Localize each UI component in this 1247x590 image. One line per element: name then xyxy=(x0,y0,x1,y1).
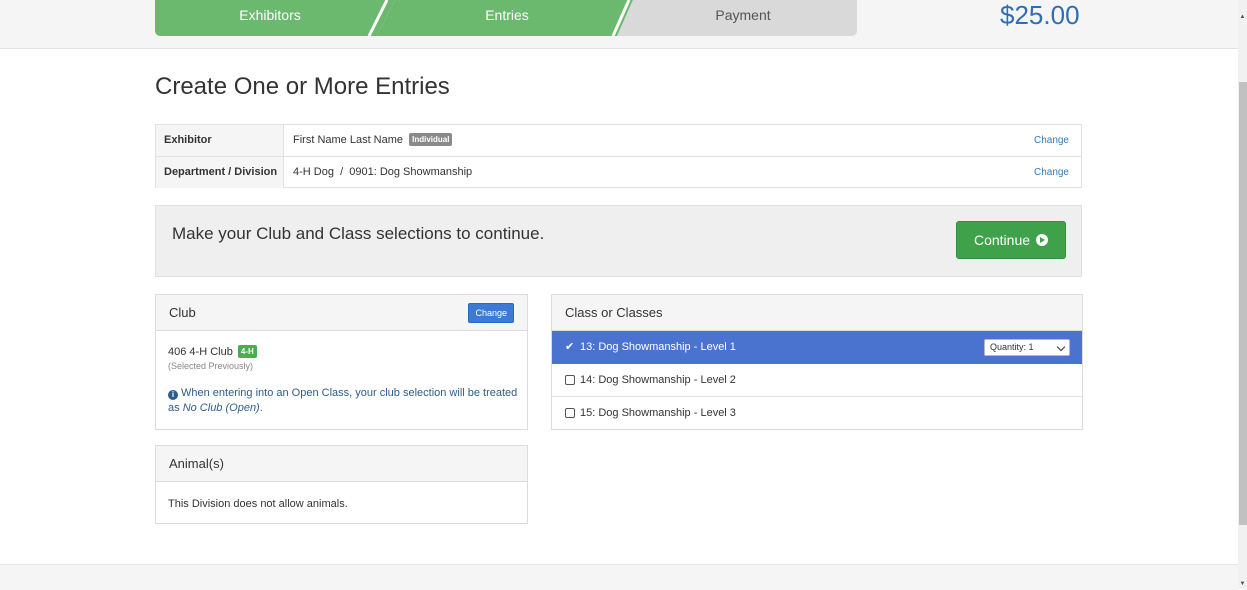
scrollbar-thumb[interactable] xyxy=(1239,82,1247,525)
checked-checkbox-icon[interactable]: ✔ xyxy=(565,342,575,353)
continue-button[interactable]: Continue xyxy=(956,221,1066,259)
selection-prompt-panel: Make your Club and Class selections to c… xyxy=(155,205,1082,277)
change-exhibitor-link[interactable]: Change xyxy=(1034,125,1069,156)
info-icon: i xyxy=(168,390,178,400)
selection-prompt-text: Make your Club and Class selections to c… xyxy=(172,224,545,243)
change-club-button[interactable]: Change xyxy=(468,303,514,323)
division-label: Department / Division xyxy=(156,157,284,188)
step-exhibitors[interactable]: Exhibitors xyxy=(155,0,385,36)
header-bar: Exhibitors Entries Payment $25.00 xyxy=(0,0,1238,49)
entry-summary-table: Exhibitor First Name Last Name Individua… xyxy=(155,124,1082,188)
class-row-14[interactable]: 14: Dog Showmanship - Level 2 xyxy=(552,364,1082,397)
continue-button-label: Continue xyxy=(973,232,1031,248)
division-value: 4-H Dog / 0901: Dog Showmanship xyxy=(293,166,473,178)
change-division-link[interactable]: Change xyxy=(1034,157,1069,188)
animals-message: This Division does not allow animals. xyxy=(168,498,348,510)
progress-steps: Exhibitors Entries Payment xyxy=(155,0,857,36)
club-panel-header: Club Change xyxy=(156,295,527,331)
step-payment-label: Payment xyxy=(715,7,771,23)
exhibitor-name: First Name Last Name xyxy=(293,134,404,146)
club-panel-title: Club xyxy=(169,305,196,320)
chevron-down-icon xyxy=(1056,342,1066,352)
class-label: 13: Dog Showmanship - Level 1 xyxy=(580,341,736,353)
exhibitor-value: First Name Last Name Individual xyxy=(293,125,453,156)
animals-panel-header: Animal(s) xyxy=(156,446,527,482)
scroll-down-icon[interactable]: ▼ xyxy=(1238,579,1247,589)
order-total: $25.00 xyxy=(1000,0,1080,30)
open-class-info: i When entering into an Open Class, your … xyxy=(168,386,518,416)
checkbox[interactable] xyxy=(565,408,575,418)
vertical-scrollbar[interactable]: ▲ ▼ xyxy=(1238,0,1247,589)
step-entries-label: Entries xyxy=(485,7,529,23)
classes-panel: Class or Classes ✔ 13: Dog Showmanship -… xyxy=(551,294,1083,430)
step-entries[interactable]: Entries xyxy=(387,0,627,36)
animals-panel: Animal(s) This Division does not allow a… xyxy=(155,445,528,524)
class-row-15[interactable]: 15: Dog Showmanship - Level 3 xyxy=(552,397,1082,430)
exhibitor-type-badge: Individual xyxy=(409,133,453,146)
quantity-select-value: Quantity: 1 xyxy=(990,342,1034,352)
club-name: 406 4-H Club 4-H xyxy=(168,345,257,358)
class-row-13[interactable]: ✔ 13: Dog Showmanship - Level 1 Quantity… xyxy=(552,331,1082,364)
class-label: 15: Dog Showmanship - Level 3 xyxy=(580,407,736,419)
class-label: 14: Dog Showmanship - Level 2 xyxy=(580,374,736,386)
division-row: Department / Division 4-H Dog / 0901: Do… xyxy=(156,157,1081,188)
animals-panel-title: Animal(s) xyxy=(169,456,224,471)
club-selection-note: (Selected Previously) xyxy=(168,361,254,371)
open-class-info-emphasis: No Club (Open) xyxy=(182,402,260,414)
club-name-text: 406 4-H Club xyxy=(168,346,233,358)
classes-panel-title: Class or Classes xyxy=(565,305,663,320)
exhibitor-row: Exhibitor First Name Last Name Individua… xyxy=(156,125,1081,157)
footer-bar xyxy=(0,564,1238,590)
club-panel: Club Change 406 4-H Club 4-H (Selected P… xyxy=(155,294,528,430)
scroll-up-icon[interactable]: ▲ xyxy=(1238,12,1247,22)
step-exhibitors-label: Exhibitors xyxy=(239,7,301,23)
circle-arrow-right-icon xyxy=(1036,234,1049,246)
checkbox[interactable] xyxy=(565,375,575,385)
club-type-badge: 4-H xyxy=(237,345,257,358)
open-class-info-suffix: . xyxy=(259,402,263,414)
step-payment: Payment xyxy=(629,0,857,36)
page-title: Create One or More Entries xyxy=(155,73,450,100)
quantity-select[interactable]: Quantity: 1 xyxy=(984,339,1070,356)
exhibitor-label: Exhibitor xyxy=(156,125,284,156)
classes-panel-header: Class or Classes xyxy=(552,295,1082,331)
